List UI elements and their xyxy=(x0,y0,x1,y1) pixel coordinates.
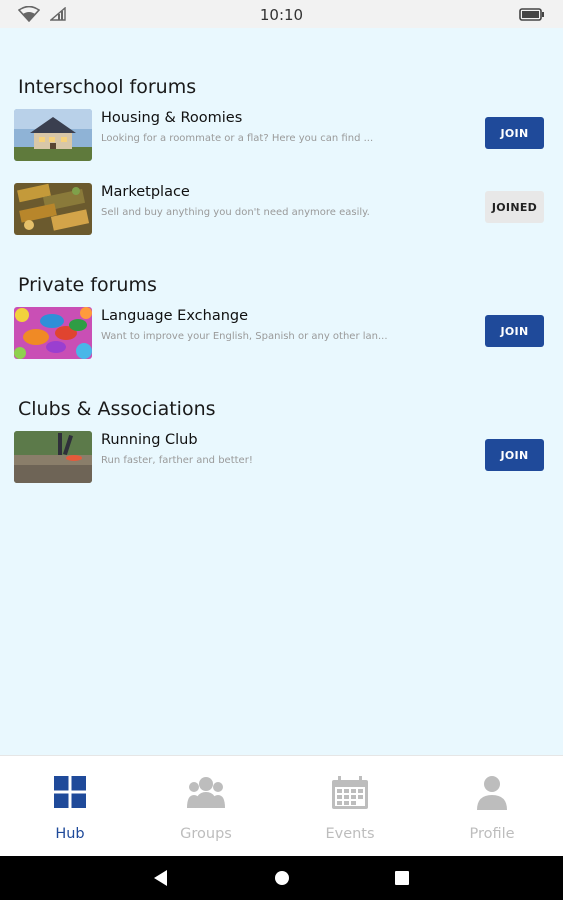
section-title-private: Private forums xyxy=(18,274,157,296)
battery-icon xyxy=(519,8,544,21)
item-title: Housing & Roomies xyxy=(101,110,243,126)
calendar-icon xyxy=(332,776,368,809)
nav-item-hub[interactable]: Hub xyxy=(0,756,140,857)
list-item-language-exchange[interactable]: Language Exchange Want to improve your E… xyxy=(0,307,563,359)
bottom-nav: Hub Groups Events Profile xyxy=(0,755,563,857)
joined-button-marketplace[interactable]: JOINED xyxy=(485,191,544,223)
nav-item-events[interactable]: Events xyxy=(280,756,420,857)
nav-item-groups[interactable]: Groups xyxy=(136,756,276,857)
list-item-marketplace[interactable]: Marketplace Sell and buy anything you do… xyxy=(0,183,563,235)
group-icon xyxy=(187,777,225,808)
join-button-housing[interactable]: JOIN xyxy=(485,117,544,149)
nav-label: Profile xyxy=(469,826,515,842)
market-photo xyxy=(14,183,92,235)
status-bar: 10:10 xyxy=(0,0,563,28)
nav-label: Hub xyxy=(55,826,85,842)
list-item-running-club[interactable]: Running Club Run faster, farther and bet… xyxy=(0,431,563,483)
person-icon xyxy=(477,776,507,810)
item-description: Sell and buy anything you don't need any… xyxy=(101,207,370,218)
join-button-running-club[interactable]: JOIN xyxy=(485,439,544,471)
hub-content: Interschool forums Housing & Roomies Loo… xyxy=(0,28,563,755)
item-description: Want to improve your English, Spanish or… xyxy=(101,331,388,342)
system-nav-bar xyxy=(0,856,563,900)
list-item-housing[interactable]: Housing & Roomies Looking for a roommate… xyxy=(0,109,563,161)
back-icon[interactable] xyxy=(154,870,168,886)
section-title-interschool: Interschool forums xyxy=(18,76,197,98)
item-title: Marketplace xyxy=(101,184,190,200)
item-description: Run faster, farther and better! xyxy=(101,455,253,466)
item-description: Looking for a roommate or a flat? Here y… xyxy=(101,133,374,144)
grid-icon xyxy=(54,776,86,808)
status-time: 10:10 xyxy=(259,6,304,24)
house-photo xyxy=(14,109,92,161)
runner-photo xyxy=(14,431,92,483)
home-icon[interactable] xyxy=(275,871,289,885)
section-title-clubs: Clubs & Associations xyxy=(18,398,216,420)
recents-icon[interactable] xyxy=(395,871,409,885)
item-title: Running Club xyxy=(101,432,198,448)
nav-label: Groups xyxy=(180,826,232,842)
nav-item-profile[interactable]: Profile xyxy=(422,756,562,857)
item-title: Language Exchange xyxy=(101,308,249,324)
speech-bubbles-photo xyxy=(14,307,92,359)
join-button-language-exchange[interactable]: JOIN xyxy=(485,315,544,347)
nav-label: Events xyxy=(325,826,375,842)
